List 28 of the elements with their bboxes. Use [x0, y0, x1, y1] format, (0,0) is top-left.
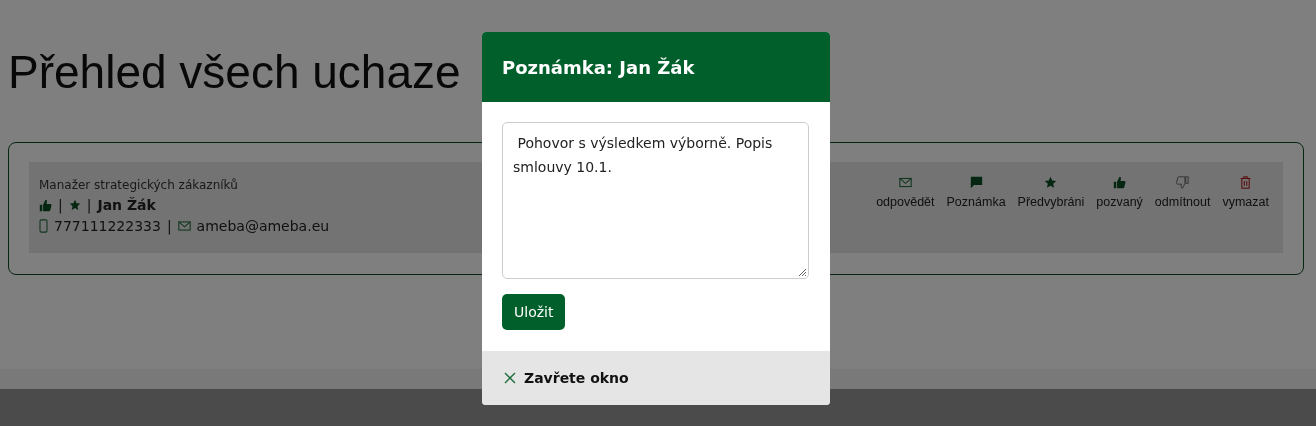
separator: |	[166, 218, 172, 234]
close-dialog-button[interactable]: Zavřete okno	[482, 351, 830, 405]
invite-button[interactable]: pozvaný	[1090, 176, 1149, 209]
mail-icon	[898, 176, 912, 189]
reply-button[interactable]: odpovědět	[870, 176, 941, 209]
speech-bubble-icon	[969, 176, 983, 189]
trash-icon	[1239, 176, 1253, 189]
mail-icon	[177, 221, 191, 231]
separator: |	[86, 197, 92, 213]
position-text: Manažer strategických zákazníků	[39, 178, 239, 192]
email-address: ameba@ameba.eu	[196, 218, 330, 234]
note-button[interactable]: Poznámka	[940, 176, 1012, 209]
thumbs-up-icon	[1113, 176, 1127, 189]
thumbs-down-icon	[1176, 176, 1190, 189]
save-button[interactable]: Uložit	[502, 294, 566, 330]
page-title: Přehled všech uchaze	[8, 46, 461, 98]
phone-icon	[39, 219, 48, 233]
note-field[interactable]: Pohovor s výsledkem výborně. Popis smlouvy 10.1.	[502, 122, 809, 279]
phone-number: 777111222333	[54, 218, 161, 234]
star-icon	[1044, 176, 1058, 189]
candidate-name: Jan Žák	[97, 197, 156, 213]
separator: |	[58, 197, 63, 213]
preselect-button[interactable]: Předvybráni	[1011, 176, 1091, 209]
delete-button[interactable]: vymazat	[1216, 176, 1275, 209]
close-icon	[504, 372, 516, 384]
resize-handle-icon[interactable]	[797, 267, 807, 277]
dialog-title: Poznámka: Jan Žák	[502, 56, 695, 78]
reject-button[interactable]: odmítnout	[1148, 176, 1217, 209]
